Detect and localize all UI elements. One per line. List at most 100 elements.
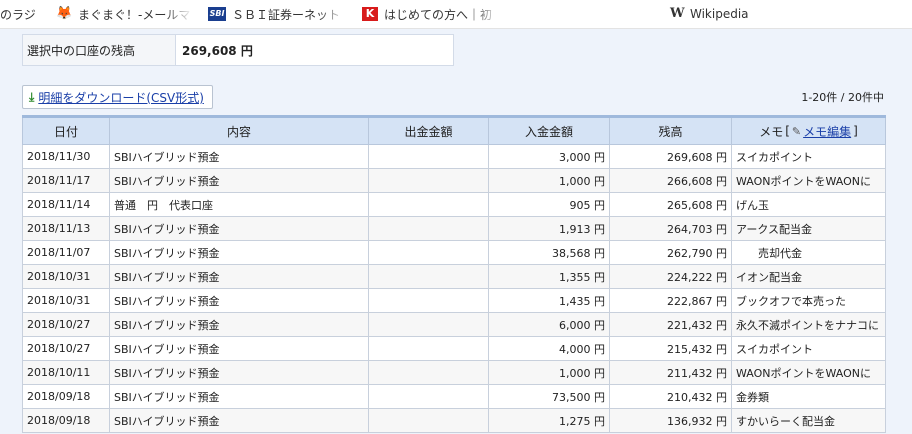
- date-cell: 2018/11/17: [22, 168, 110, 193]
- memo-edit-link[interactable]: メモ編集: [803, 123, 851, 140]
- transaction-rows: 2018/11/30 SBIハイブリッド預金 3,000 円 269,608 円スイカ…: [22, 144, 886, 433]
- deposit-cell: 3,000 円: [488, 144, 610, 169]
- withdrawal-cell: [368, 216, 489, 241]
- table-row: 2018/10/11 SBIハイブリッド預金 1,000 円 211,432 円 WAO…: [22, 360, 886, 385]
- content-cell: SBIハイブリッド預金: [109, 168, 369, 193]
- deposit-cell: 73,500 円: [488, 384, 610, 409]
- content-cell: SBIハイブリッド預金: [109, 288, 369, 313]
- content-cell: SBIハイブリッド預金: [109, 312, 369, 337]
- bookmark-wikipedia[interactable]: W Wikipedia: [670, 0, 790, 28]
- withdrawal-cell: [368, 360, 489, 385]
- deposit-cell: 1,275 円: [488, 408, 610, 433]
- bookmark-first-time[interactable]: K はじめての方へ｜初: [362, 0, 500, 28]
- wikipedia-icon: W: [670, 6, 685, 21]
- table-row: 2018/11/07 SBIハイブリッド預金 38,568 円 262,790 円 売…: [22, 240, 886, 265]
- bracket-open: [: [785, 124, 790, 138]
- withdrawal-cell: [368, 288, 489, 313]
- content-cell: SBIハイブリッド預金: [109, 408, 369, 433]
- deposit-cell: 1,000 円: [488, 168, 610, 193]
- bookmark-mag2[interactable]: 🦊 まぐまぐ！-メールマ: [56, 0, 192, 28]
- date-cell: 2018/10/31: [22, 288, 110, 313]
- col-header-date: 日付: [22, 115, 110, 145]
- date-cell: 2018/10/27: [22, 336, 110, 361]
- content-cell: SBIハイブリッド預金: [109, 240, 369, 265]
- col-header-withdrawal: 出金金額: [368, 115, 489, 145]
- deposit-cell: 1,000 円: [488, 360, 610, 385]
- bookmark-label: はじめての方へ｜初: [384, 7, 493, 22]
- withdrawal-cell: [368, 408, 489, 433]
- col-header-deposit: 入金金額: [488, 115, 610, 145]
- date-cell: 2018/11/14: [22, 192, 110, 217]
- content-cell: 普通 円 代表口座: [109, 192, 369, 217]
- balance-cell: 210,432 円: [609, 384, 732, 409]
- table-row: 2018/10/27 SBIハイブリッド預金 4,000 円 215,432 円スイカ…: [22, 336, 886, 361]
- memo-cell: ブックオフで本売った: [731, 288, 886, 313]
- account-details-panel: 選択中の口座の残高 269,608 円 ⤓ 明細をダウンロード(CSV形式) 1…: [0, 29, 912, 434]
- withdrawal-cell: [368, 144, 489, 169]
- bookmarks-bar: のラジ 🦊 まぐまぐ！-メールマ SBI ＳＢＩ証券ーネット K はじめての方へ…: [0, 0, 912, 29]
- memo-cell: スイカポイント: [731, 144, 886, 169]
- edit-memo-icon: ✎: [791, 124, 802, 138]
- csv-download-label: 明細をダウンロード(CSV形式): [38, 90, 204, 105]
- date-cell: 2018/11/30: [22, 144, 110, 169]
- table-row: 2018/10/27 SBIハイブリッド預金 6,000 円 221,432 円永久不…: [22, 312, 886, 337]
- balance-cell: 262,790 円: [609, 240, 732, 265]
- memo-cell: イオン配当金: [731, 264, 886, 289]
- k-icon: K: [362, 7, 378, 21]
- deposit-cell: 4,000 円: [488, 336, 610, 361]
- transaction-table: 日付 内容 出金金額 入金金額 残高 メモ [ ✎ メモ編集 ] 2018/11…: [22, 115, 886, 433]
- content-cell: SBIハイブリッド預金: [109, 384, 369, 409]
- bookmark-label: Wikipedia: [690, 7, 749, 21]
- table-row: 2018/10/31 SBIハイブリッド預金 1,355 円 224,222 円イオン…: [22, 264, 886, 289]
- deposit-cell: 6,000 円: [488, 312, 610, 337]
- bracket-close: ]: [853, 124, 858, 138]
- col-header-content: 内容: [109, 115, 369, 145]
- memo-header-label: メモ: [759, 124, 784, 139]
- balance-cell: 222,867 円: [609, 288, 732, 313]
- balance-box: 選択中の口座の残高 269,608 円: [22, 34, 454, 66]
- bookmark-label: ＳＢＩ証券ーネット: [232, 7, 341, 22]
- bookmark-sbi[interactable]: SBI ＳＢＩ証券ーネット: [208, 0, 346, 28]
- balance-cell: 221,432 円: [609, 312, 732, 337]
- sbi-icon: SBI: [208, 7, 226, 21]
- withdrawal-cell: [368, 312, 489, 337]
- deposit-cell: 1,435 円: [488, 288, 610, 313]
- balance-cell: 264,703 円: [609, 216, 732, 241]
- table-row: 2018/11/14 普通 円 代表口座 905 円 265,608 円げん玉: [22, 192, 886, 217]
- withdrawal-cell: [368, 384, 489, 409]
- balance-cell: 224,222 円: [609, 264, 732, 289]
- date-cell: 2018/09/18: [22, 384, 110, 409]
- download-icon: ⤓: [29, 89, 35, 104]
- memo-cell: すかいらーく配当金: [731, 408, 886, 433]
- memo-cell: スイカポイント: [731, 336, 886, 361]
- content-cell: SBIハイブリッド預金: [109, 360, 369, 385]
- withdrawal-cell: [368, 240, 489, 265]
- table-row: 2018/09/18 SBIハイブリッド預金 73,500 円 210,432 円金券…: [22, 384, 886, 409]
- memo-cell: アークス配当金: [731, 216, 886, 241]
- table-row: 2018/11/30 SBIハイブリッド預金 3,000 円 269,608 円スイカ…: [22, 144, 886, 169]
- bookmark-radio[interactable]: のラジ: [0, 0, 52, 28]
- memo-cell: 売却代金: [731, 240, 886, 265]
- date-cell: 2018/11/13: [22, 216, 110, 241]
- memo-cell: WAONポイントをWAONに: [731, 360, 886, 385]
- content-cell: SBIハイブリッド預金: [109, 144, 369, 169]
- memo-cell: げん玉: [731, 192, 886, 217]
- balance-label: 選択中の口座の残高: [23, 35, 176, 65]
- csv-download-button[interactable]: ⤓ 明細をダウンロード(CSV形式): [22, 85, 213, 109]
- table-row: 2018/11/17 SBIハイブリッド預金 1,000 円 266,608 円 WAO…: [22, 168, 886, 193]
- col-header-memo: メモ [ ✎ メモ編集 ]: [731, 115, 886, 145]
- table-header-row: 日付 内容 出金金額 入金金額 残高 メモ [ ✎ メモ編集 ]: [22, 115, 886, 145]
- bookmark-label: まぐまぐ！-メールマ: [78, 7, 191, 22]
- withdrawal-cell: [368, 336, 489, 361]
- withdrawal-cell: [368, 168, 489, 193]
- table-row: 2018/11/13 SBIハイブリッド預金 1,913 円 264,703 円アーク…: [22, 216, 886, 241]
- date-cell: 2018/10/27: [22, 312, 110, 337]
- pagination-count: 1-20件 / 20件中: [801, 91, 884, 104]
- balance-cell: 211,432 円: [609, 360, 732, 385]
- deposit-cell: 1,913 円: [488, 216, 610, 241]
- col-header-balance: 残高: [609, 115, 732, 145]
- mag2-fox-icon: 🦊: [56, 6, 73, 21]
- balance-cell: 265,608 円: [609, 192, 732, 217]
- memo-cell: 永久不滅ポイントをナナコに: [731, 312, 886, 337]
- withdrawal-cell: [368, 192, 489, 217]
